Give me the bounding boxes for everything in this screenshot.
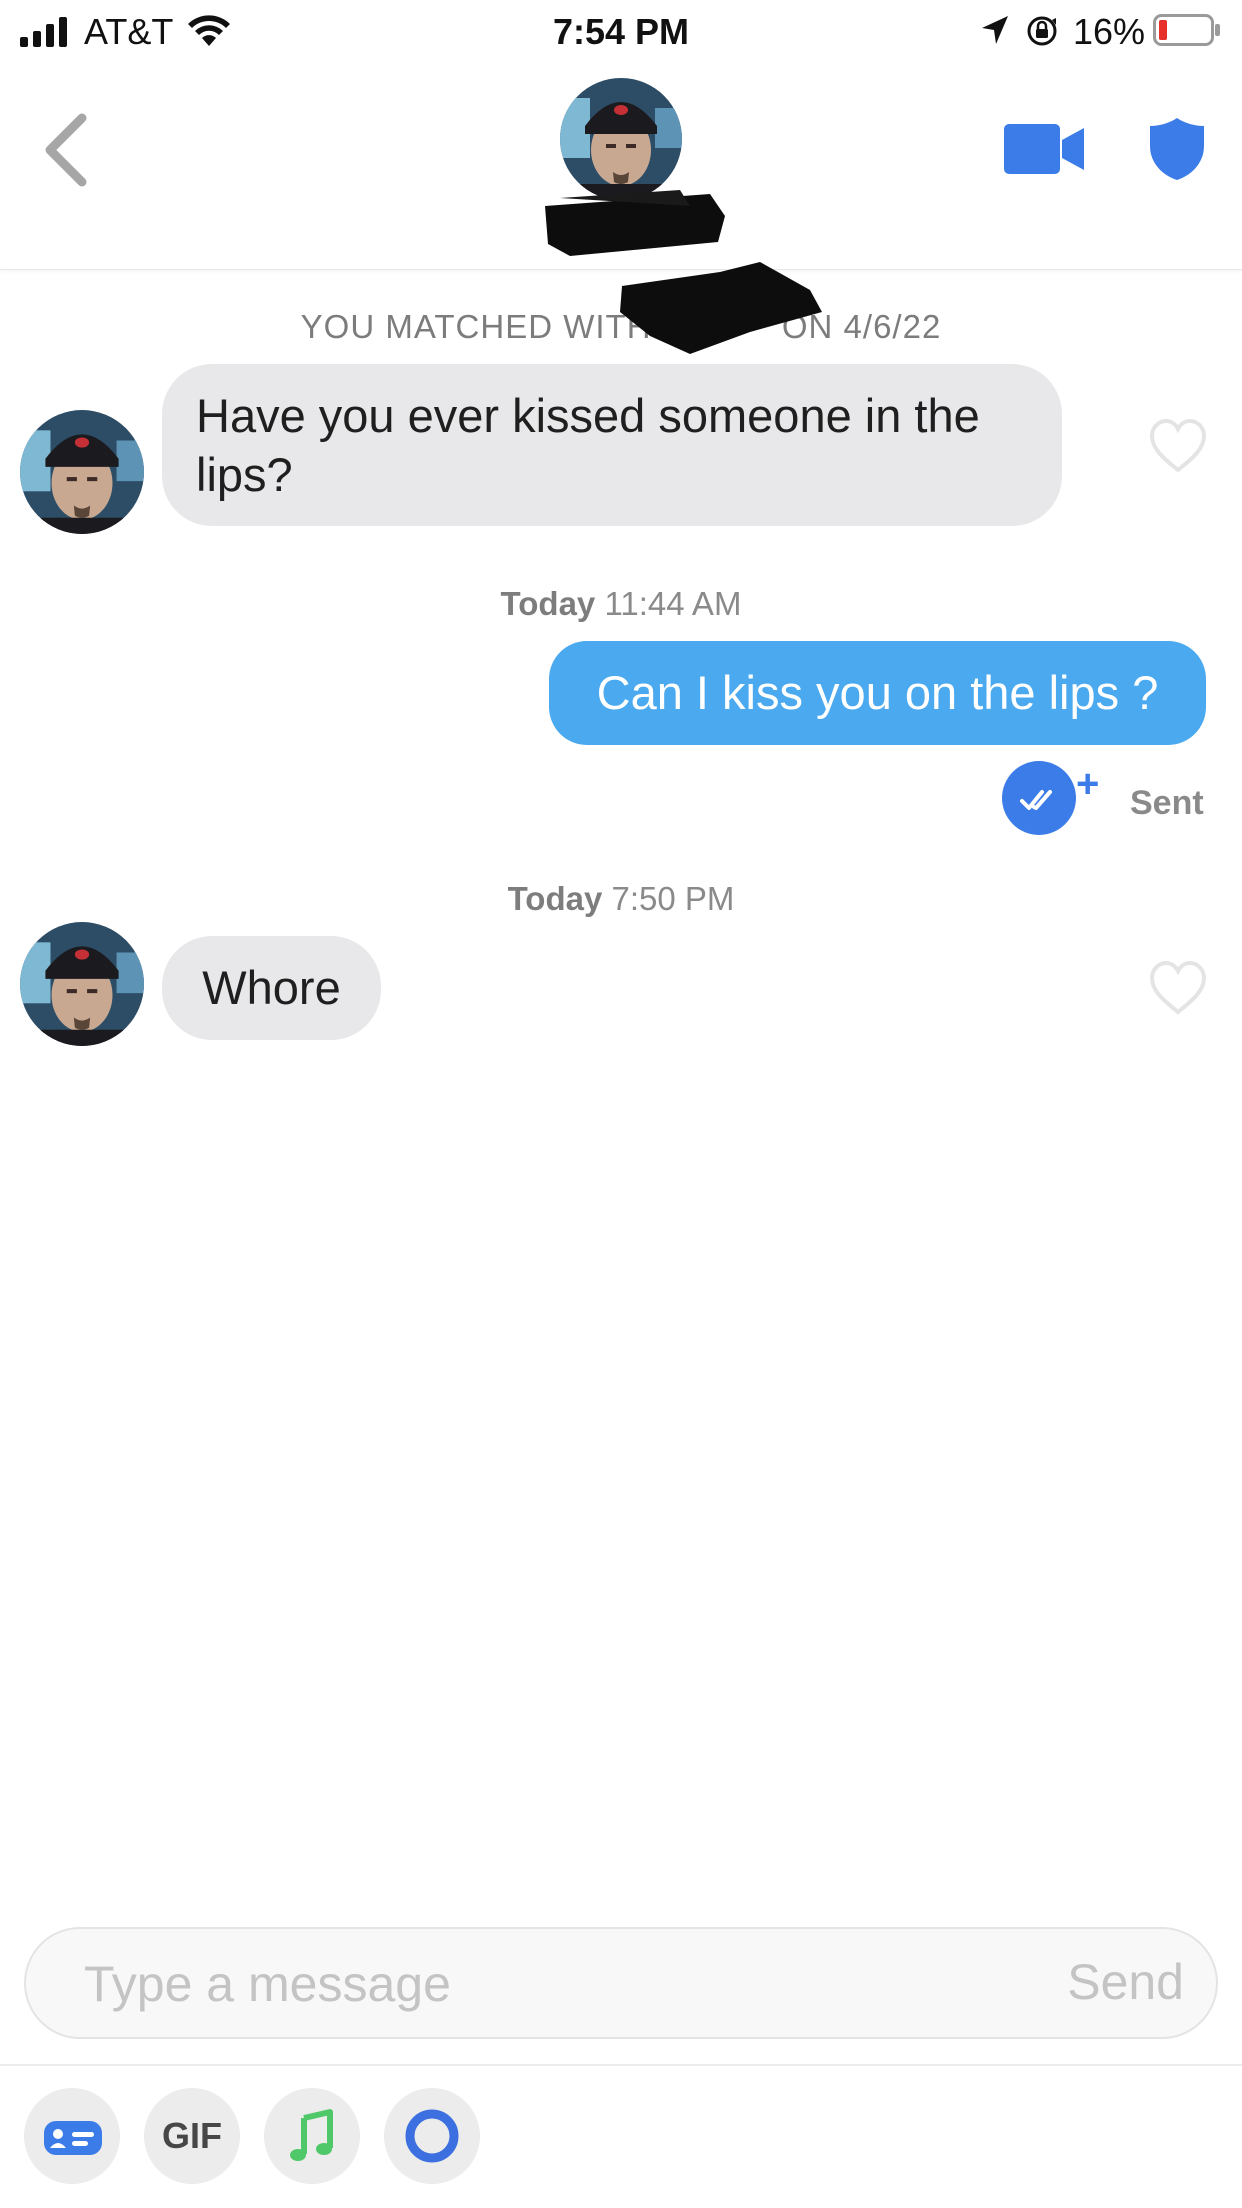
video-camera-icon[interactable]: [1004, 122, 1084, 176]
message-text: Can I kiss you on the lips ?: [596, 666, 1159, 719]
timestamp: Today 7:50 PM: [0, 880, 1242, 918]
timestamp-time: 7:50 PM: [611, 880, 735, 917]
timestamp-time: 11:44 AM: [604, 585, 742, 622]
chevron-left-icon[interactable]: [36, 110, 96, 190]
double-check-icon: [1020, 790, 1052, 810]
message-text: Whore: [202, 961, 341, 1014]
ring-button[interactable]: [384, 2088, 480, 2184]
contact-card-button[interactable]: [24, 2088, 120, 2184]
battery-percent: 16%: [1073, 11, 1146, 52]
plus-icon[interactable]: +: [1076, 764, 1099, 804]
toolbar-divider: [0, 2064, 1242, 2066]
avatar-photo: [560, 78, 682, 200]
message-bubble-outgoing[interactable]: Can I kiss you on the lips ?: [549, 641, 1206, 745]
battery-icon: [1153, 14, 1220, 46]
timestamp-day: Today: [507, 880, 603, 917]
heart-icon[interactable]: [1148, 960, 1208, 1016]
match-avatar[interactable]: [560, 78, 682, 200]
avatar-photo: [20, 922, 144, 1046]
rotation-lock-icon: [1027, 16, 1057, 46]
timestamp-day: Today: [500, 585, 596, 622]
read-receipt-badge[interactable]: [1002, 761, 1076, 835]
message-bubble-incoming[interactable]: Have you ever kissed someone in the lips…: [162, 364, 1062, 526]
send-button[interactable]: Send: [1067, 1953, 1184, 2011]
timestamp: Today 11:44 AM: [0, 585, 1242, 623]
music-button[interactable]: [264, 2088, 360, 2184]
message-composer: Send: [24, 1927, 1218, 2039]
sender-avatar[interactable]: [20, 410, 144, 534]
match-name-redaction: [620, 262, 822, 354]
music-note-icon: [290, 2109, 333, 2161]
shield-icon[interactable]: [1148, 116, 1206, 182]
contact-card-icon: [44, 2121, 102, 2155]
match-prefix: YOU MATCHED WITH: [300, 308, 652, 345]
message-bubble-incoming[interactable]: Whore: [162, 936, 381, 1040]
message-text: Have you ever kissed someone in the lips…: [196, 389, 980, 501]
sender-avatar[interactable]: [20, 922, 144, 1046]
message-input[interactable]: [84, 1951, 884, 2017]
ring-icon: [405, 2109, 459, 2163]
chat-header: [0, 62, 1242, 270]
status-bar: AT&T 7:54 PM 16%: [0, 0, 1242, 62]
name-redaction: [545, 190, 725, 256]
location-arrow-icon: [982, 16, 1008, 44]
heart-icon[interactable]: [1148, 418, 1208, 474]
sent-status: Sent: [1130, 784, 1204, 822]
avatar-photo: [20, 410, 144, 534]
gif-button[interactable]: GIF: [144, 2088, 240, 2184]
